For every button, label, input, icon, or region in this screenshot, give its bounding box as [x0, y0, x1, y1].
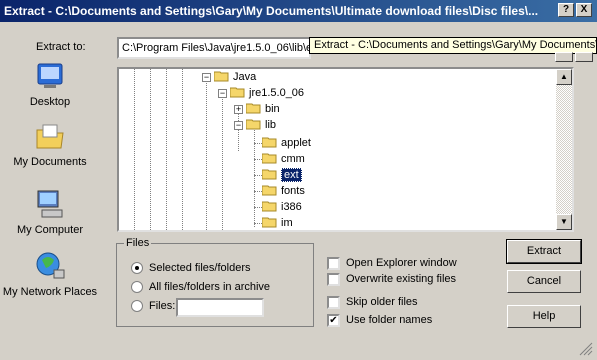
extract-to-input[interactable]: C:\Program Files\Java\jre1.5.0_06\lib\ex… [117, 37, 311, 59]
place-my-documents[interactable]: My Documents [0, 120, 100, 169]
tree-scrollbar[interactable]: ▲ ▼ [556, 69, 572, 230]
tree-guide [254, 127, 255, 227]
scroll-up-arrow-icon[interactable]: ▲ [556, 69, 572, 85]
open-folder-icon [262, 169, 277, 180]
cancel-button[interactable]: Cancel [507, 270, 581, 293]
tree-node[interactable]: fonts [262, 183, 305, 199]
extract-to-label: Extract to: [36, 41, 86, 53]
tree-guide [238, 111, 239, 151]
place-my-computer[interactable]: My Computer [0, 188, 100, 237]
files-input[interactable] [176, 298, 264, 317]
place-label: My Computer [16, 224, 84, 236]
collapse-toggle[interactable]: − [218, 89, 227, 98]
title-bar: Extract - C:\Documents and Settings\Gary… [0, 0, 597, 22]
path-tooltip: Extract - C:\Documents and Settings\Gary… [309, 37, 597, 54]
tree-guide [166, 69, 167, 230]
extract-dialog: Extract - C:\Documents and Settings\Gary… [0, 0, 597, 360]
folder-icon [246, 103, 261, 114]
folder-icon [262, 217, 277, 228]
close-button[interactable]: X [576, 3, 592, 17]
place-network[interactable]: My Network Places [0, 250, 100, 299]
radio-all-files-label[interactable]: All files/folders in archive [149, 281, 270, 293]
overwrite-checkbox[interactable] [327, 273, 340, 286]
new-folder-button[interactable] [555, 52, 573, 62]
use-folder-names-label[interactable]: Use folder names [346, 314, 432, 326]
collapse-toggle[interactable]: − [202, 73, 211, 82]
tree-node[interactable]: lib [246, 117, 276, 133]
dropdown-button[interactable] [575, 52, 593, 62]
resize-grip-icon[interactable] [579, 342, 593, 356]
radio-selected-files[interactable] [131, 262, 143, 274]
radio-all-files[interactable] [131, 281, 143, 293]
tree-guide [254, 175, 262, 176]
collapse-toggle[interactable]: − [234, 121, 243, 130]
folder-tree[interactable]: − Java − jre1.5.0_06 + bin − lib applet … [117, 67, 574, 232]
use-folder-names-checkbox[interactable]: ✔ [327, 314, 340, 327]
extract-button[interactable]: Extract [506, 239, 582, 264]
place-desktop[interactable]: Desktop [0, 60, 100, 109]
place-label: My Network Places [2, 286, 98, 298]
open-folder-icon [230, 87, 245, 98]
tree-guide [254, 191, 262, 192]
folder-icon [262, 153, 277, 164]
expand-toggle[interactable]: + [234, 105, 243, 114]
window-title: Extract - C:\Documents and Settings\Gary… [4, 4, 539, 18]
overwrite-label[interactable]: Overwrite existing files [346, 273, 456, 285]
tree-node[interactable]: Java [214, 69, 256, 85]
radio-files-label[interactable]: Files: [149, 300, 175, 312]
open-folder-icon [246, 119, 261, 130]
folder-icon [262, 137, 277, 148]
tree-guide [206, 79, 207, 230]
place-label: My Documents [13, 156, 87, 168]
my-computer-icon [37, 190, 63, 218]
tree-guide [254, 207, 262, 208]
folder-icon [262, 185, 277, 196]
tree-node[interactable]: bin [246, 101, 280, 117]
tree-guide [150, 69, 151, 230]
tree-guide [182, 69, 183, 230]
radio-files[interactable] [131, 300, 143, 312]
tree-node-selected[interactable]: ext [262, 167, 302, 183]
help-title-button[interactable]: ? [558, 3, 574, 17]
open-folder-icon [214, 71, 229, 82]
tree-node[interactable]: im [262, 215, 293, 230]
desktop-icon [37, 63, 63, 88]
tree-guide [254, 143, 262, 144]
tree-guide [222, 95, 223, 230]
folder-icon [262, 201, 277, 212]
place-label: Desktop [29, 96, 71, 108]
files-group-legend: Files [124, 237, 152, 249]
tree-guide [254, 223, 262, 224]
radio-selected-files-label[interactable]: Selected files/folders [149, 262, 251, 274]
open-explorer-checkbox[interactable] [327, 257, 340, 270]
tree-guide [134, 69, 135, 230]
tree-guide [254, 159, 262, 160]
tree-node[interactable]: i386 [262, 199, 302, 215]
tree-node[interactable]: jre1.5.0_06 [230, 85, 304, 101]
tree-node[interactable]: applet [262, 135, 311, 151]
my-documents-icon [36, 124, 64, 149]
skip-older-checkbox[interactable] [327, 296, 340, 309]
skip-older-label[interactable]: Skip older files [346, 296, 418, 308]
help-button[interactable]: Help [507, 305, 581, 328]
tree-node[interactable]: cmm [262, 151, 305, 167]
scroll-down-arrow-icon[interactable]: ▼ [556, 214, 572, 230]
open-explorer-label[interactable]: Open Explorer window [346, 257, 457, 269]
network-places-icon [36, 252, 65, 279]
